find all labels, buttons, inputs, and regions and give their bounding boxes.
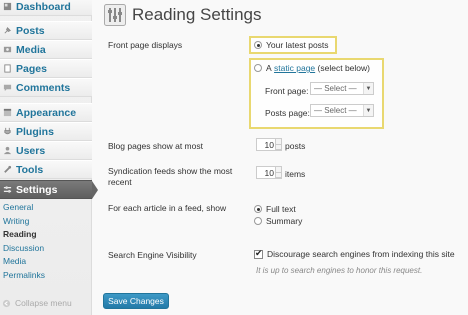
sidebar-item-plugins[interactable]: Plugins xyxy=(0,122,92,141)
radio-summary[interactable]: Summary xyxy=(254,216,302,226)
sidebar-item-tools[interactable]: Tools xyxy=(0,160,92,179)
pages-icon xyxy=(3,64,12,73)
sidebar-item-label: Settings xyxy=(16,183,58,196)
radio-button[interactable] xyxy=(254,41,262,49)
comment-icon xyxy=(3,83,12,92)
radio-full-text[interactable]: Full text xyxy=(254,204,296,214)
syndication-label-line2: recent xyxy=(108,177,132,187)
sidebar-item-settings[interactable]: Settings xyxy=(0,180,98,199)
input-value: 10 xyxy=(264,167,274,178)
sidebar-item-label: Dashboard xyxy=(16,0,71,13)
users-icon xyxy=(3,146,12,155)
sidebar-item-users[interactable]: Users xyxy=(0,141,92,160)
blog-pages-label: Blog pages show at most xyxy=(108,141,203,151)
search-engine-label: Search Engine Visibility xyxy=(108,250,197,260)
static-prefix: A xyxy=(266,63,272,73)
settings-icon xyxy=(3,185,12,194)
settings-submenu: General Writing Reading Discussion Media… xyxy=(0,201,92,282)
select-value: — Select — xyxy=(314,84,357,93)
radio-button[interactable] xyxy=(254,217,262,225)
posts-page-select-label: Posts page: xyxy=(265,108,310,118)
number-spinner[interactable] xyxy=(275,139,281,150)
collapse-arrow-icon xyxy=(2,299,11,308)
tools-icon xyxy=(3,165,12,174)
submenu-item-reading[interactable]: Reading xyxy=(0,228,92,242)
submenu-item-permalinks[interactable]: Permalinks xyxy=(0,269,92,283)
select-value: — Select — xyxy=(314,106,357,115)
sidebar-item-label: Plugins xyxy=(16,125,54,138)
syndication-unit: items xyxy=(285,169,306,179)
sidebar-item-label: Users xyxy=(16,144,46,157)
submenu-item-discussion[interactable]: Discussion xyxy=(0,242,92,256)
sidebar-item-label: Media xyxy=(16,43,46,56)
static-suffix: (select below) xyxy=(317,63,370,73)
sidebar-item-label: Appearance xyxy=(16,106,77,119)
blog-pages-unit: posts xyxy=(285,141,306,151)
checkbox-label: Discourage search engines from indexing … xyxy=(267,249,455,259)
page-title: Reading Settings xyxy=(132,5,262,24)
checkbox[interactable] xyxy=(254,248,263,259)
sidebar-item-posts[interactable]: Posts xyxy=(0,21,92,40)
submenu-item-media[interactable]: Media xyxy=(0,255,92,269)
appearance-icon xyxy=(3,108,12,117)
sidebar-item-label: Pages xyxy=(16,62,47,75)
syndication-input[interactable]: 10 xyxy=(256,166,282,179)
sidebar-item-label: Comments xyxy=(16,81,71,94)
front-page-select-label: Front page: xyxy=(265,86,309,96)
save-changes-button[interactable]: Save Changes xyxy=(103,293,169,309)
media-icon xyxy=(3,45,12,54)
sidebar-item-media[interactable]: Media xyxy=(0,40,92,59)
chevron-down-icon: ▼ xyxy=(363,105,373,116)
feed-article-label: For each article in a feed, show xyxy=(108,203,227,213)
radio-label: Summary xyxy=(266,216,303,226)
radio-label: Your latest posts xyxy=(266,40,329,50)
chevron-down-icon: ▼ xyxy=(363,83,373,94)
pin-icon xyxy=(3,26,12,35)
search-engine-note: It is up to search engines to honor this… xyxy=(256,266,423,275)
number-spinner[interactable] xyxy=(275,167,281,178)
radio-label: Full text xyxy=(266,204,296,214)
plugin-icon xyxy=(3,127,12,136)
discourage-search-checkbox[interactable]: Discourage search engines from indexing … xyxy=(254,248,455,259)
sidebar-item-label: Tools xyxy=(16,163,44,176)
radio-latest-posts[interactable]: Your latest posts xyxy=(254,40,329,50)
radio-button[interactable] xyxy=(254,205,262,213)
radio-button[interactable] xyxy=(254,64,262,72)
sidebar-item-dashboard[interactable]: Dashboard xyxy=(0,0,92,16)
syndication-label-line1: Syndication feeds show the most xyxy=(108,166,233,176)
radio-static-page[interactable]: A static page (select below) xyxy=(254,63,370,73)
sidebar-item-pages[interactable]: Pages xyxy=(0,59,92,78)
sidebar-item-comments[interactable]: Comments xyxy=(0,78,92,97)
collapse-menu-button[interactable]: Collapse menu xyxy=(2,298,72,308)
static-page-link[interactable]: static page xyxy=(274,63,315,73)
submenu-item-general[interactable]: General xyxy=(0,201,92,215)
admin-sidebar: Dashboard Posts Media Pages Comments App… xyxy=(0,0,98,315)
submenu-item-writing[interactable]: Writing xyxy=(0,215,92,229)
blog-pages-input[interactable]: 10 xyxy=(256,138,282,151)
front-page-select[interactable]: — Select — ▼ xyxy=(310,82,374,95)
dashboard-icon xyxy=(3,2,12,11)
input-value: 10 xyxy=(264,139,274,150)
posts-page-select[interactable]: — Select — ▼ xyxy=(310,104,374,117)
collapse-menu-label: Collapse menu xyxy=(15,298,72,308)
sidebar-item-label: Posts xyxy=(16,24,45,37)
reading-settings-icon xyxy=(104,4,126,26)
front-page-label: Front page displays xyxy=(108,40,183,50)
sidebar-item-appearance[interactable]: Appearance xyxy=(0,103,92,122)
